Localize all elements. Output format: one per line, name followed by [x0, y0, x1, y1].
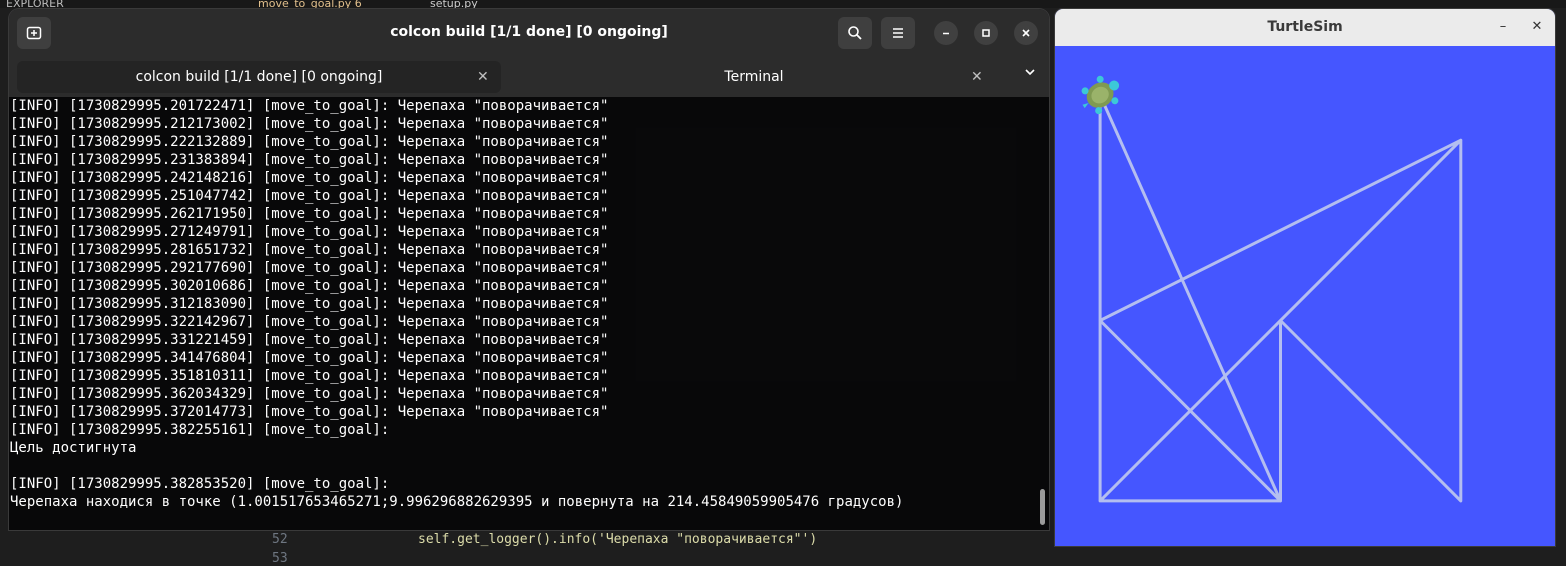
terminal-tabbar: colcon build [1/1 done] [0 ongoing] ✕ Te… [9, 57, 1049, 97]
menu-button[interactable] [881, 17, 915, 49]
close-button[interactable] [1014, 21, 1038, 45]
terminal-line: [INFO] [1730829995.242148216] [move_to_g… [10, 170, 609, 186]
code-line: self.get_logger().info('Черепаха "повора… [418, 532, 818, 547]
minimize-icon: – [1499, 19, 1507, 34]
terminal-line: [INFO] [1730829995.212173002] [move_to_g… [10, 116, 609, 132]
tabs-dropdown-button[interactable] [1023, 65, 1037, 83]
terminal-line: [INFO] [1730829995.312183090] [move_to_g… [10, 296, 609, 312]
tab-close-icon[interactable]: ✕ [971, 61, 983, 93]
terminal-line: [INFO] [1730829995.201722471] [move_to_g… [10, 98, 609, 114]
terminal-line: [INFO] [1730829995.271249791] [move_to_g… [10, 224, 609, 240]
terminal-line: [INFO] [1730829995.231383894] [move_to_g… [10, 152, 609, 168]
terminal-line: [INFO] [1730829995.302010686] [move_to_g… [10, 278, 609, 294]
terminal-line: [INFO] [1730829995.331221459] [move_to_g… [10, 332, 609, 348]
terminal-line: [INFO] [1730829995.372014773] [move_to_g… [10, 404, 609, 420]
background-editor-tabbar [0, 0, 1566, 8]
terminal-line: [INFO] [1730829995.222132889] [move_to_g… [10, 134, 609, 150]
turtlesim-canvas [1055, 46, 1555, 546]
terminal-lines: [INFO] [1730829995.201722471] [move_to_g… [10, 97, 903, 511]
search-icon [848, 26, 862, 40]
minimize-icon [943, 32, 949, 35]
terminal-line: Цель достигнута [10, 440, 137, 456]
maximize-icon [982, 29, 990, 37]
tab-label: colcon build [1/1 done] [0 ongoing] [135, 69, 383, 85]
minimize-button[interactable] [934, 21, 958, 45]
close-icon: ✕ [1531, 19, 1543, 34]
close-button[interactable]: ✕ [1527, 17, 1547, 37]
search-button[interactable] [838, 17, 872, 49]
terminal-line: [INFO] [1730829995.341476804] [move_to_g… [10, 350, 609, 366]
minimize-button[interactable]: – [1493, 17, 1513, 37]
turtlesim-header: TurtleSim – ✕ [1055, 9, 1555, 46]
line-number: 52 [272, 532, 288, 547]
close-icon [1022, 29, 1030, 37]
editor-tab-move-to-goal[interactable]: move_to_goal.py 6 [258, 0, 398, 8]
terminal-line: [INFO] [1730829995.262171950] [move_to_g… [10, 206, 609, 222]
tab-terminal[interactable]: Terminal [509, 61, 999, 93]
turtlesim-title: TurtleSim [1267, 19, 1343, 35]
tab-label: Terminal [724, 69, 784, 85]
terminal-line: [INFO] [1730829995.322142967] [move_to_g… [10, 314, 609, 330]
hamburger-icon [893, 28, 903, 38]
explorer-label: EXPLORER [6, 0, 64, 8]
terminal-output[interactable]: [INFO] [1730829995.201722471] [move_to_g… [9, 97, 1049, 530]
tab-colcon-build[interactable]: colcon build [1/1 done] [0 ongoing] [17, 61, 501, 93]
terminal-line: [INFO] [1730829995.281651732] [move_to_g… [10, 242, 609, 258]
scrollbar[interactable] [1040, 489, 1045, 525]
turtlesim-window: TurtleSim – ✕ [1055, 9, 1555, 546]
terminal-line: [INFO] [1730829995.362034329] [move_to_g… [10, 386, 609, 402]
line-number: 53 [272, 551, 288, 566]
terminal-line: [INFO] [1730829995.382853520] [move_to_g… [10, 476, 390, 492]
terminal-window: colcon build [1/1 done] [0 ongoing] colc… [9, 9, 1049, 530]
maximize-button[interactable] [974, 21, 998, 45]
tab-close-icon[interactable]: ✕ [477, 61, 489, 93]
terminal-line: Черепаха находися в точке (1.00151765346… [10, 494, 904, 510]
terminal-line: [INFO] [1730829995.351810311] [move_to_g… [10, 368, 609, 384]
editor-tab-setup[interactable]: setup.py [430, 0, 510, 8]
terminal-header: colcon build [1/1 done] [0 ongoing] [9, 9, 1049, 57]
terminal-line: [INFO] [1730829995.382255161] [move_to_g… [10, 422, 390, 438]
terminal-line: [INFO] [1730829995.251047742] [move_to_g… [10, 188, 609, 204]
chevron-down-icon [1025, 69, 1035, 76]
terminal-line: [INFO] [1730829995.292177690] [move_to_g… [10, 260, 609, 276]
